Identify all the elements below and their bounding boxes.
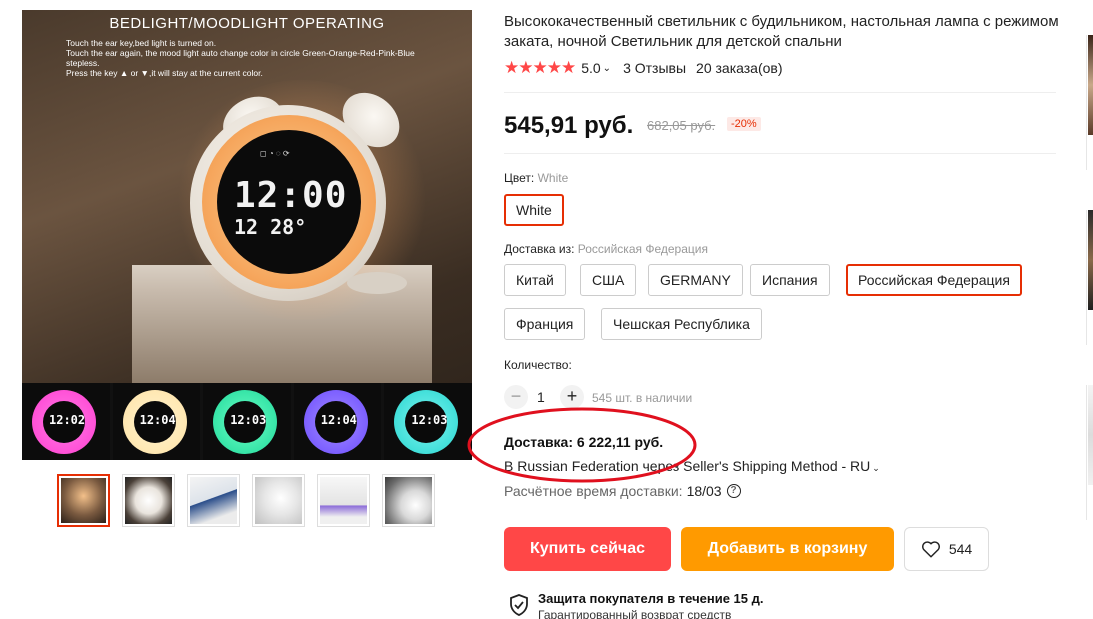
buy-now-button[interactable]: Купить сейчас — [504, 527, 671, 571]
buyer-protection-title: Защита покупателя в течение 15 д. — [538, 591, 764, 606]
divider — [504, 92, 1056, 93]
color-modes-strip: 12:02 12:04 12:03 12:04 12:03 — [22, 383, 472, 460]
shipping-cost: Доставка: 6 222,11 руб. — [504, 434, 664, 450]
chevron-down-icon[interactable]: ⌄ — [603, 63, 611, 74]
divider — [504, 153, 1056, 154]
ship-from-option-czech[interactable]: Чешская Республика — [601, 308, 762, 340]
ship-from-option-china[interactable]: Китай — [504, 264, 566, 296]
rating-row: ★★★★★ 5.0 ⌄ 3 Отзывы 20 заказа(ов) — [504, 58, 783, 78]
reviews-link[interactable]: 3 Отзывы — [623, 60, 686, 76]
color-option-white[interactable]: White — [504, 194, 564, 226]
heart-icon — [921, 541, 940, 558]
rating-value[interactable]: 5.0 — [581, 60, 600, 76]
wishlist-button[interactable]: 544 — [904, 527, 989, 571]
add-to-cart-button[interactable]: Добавить в корзину — [681, 527, 894, 571]
orders-count: 20 заказа(ов) — [696, 60, 783, 76]
main-product-image[interactable]: BEDLIGHT/MOODLIGHT OPERATING Touch the e… — [22, 10, 472, 460]
shipping-method-text: В Russian Federation через Seller's Ship… — [504, 458, 871, 474]
recommendation-card[interactable] — [1086, 385, 1093, 520]
ship-from-label-row: Доставка из: Российская Федерация — [504, 242, 708, 256]
ship-from-option-spain[interactable]: Испания — [750, 264, 830, 296]
image-banner-text: BEDLIGHT/MOODLIGHT OPERATING — [109, 15, 385, 32]
shipping-method-selector[interactable]: В Russian Federation через Seller's Ship… — [504, 458, 880, 474]
color-selected-value: White — [537, 171, 569, 185]
ship-from-option-france[interactable]: Франция — [504, 308, 586, 340]
quantity-decrease-button[interactable]: − — [504, 385, 528, 409]
delivery-estimate-date: 18/03 — [686, 483, 722, 499]
wishlist-count: 544 — [948, 541, 973, 557]
color-label-row: Цвет: White — [504, 171, 568, 185]
chevron-down-icon: ⌄ — [872, 463, 880, 473]
buyer-protection-subtitle: Гарантированный возврат средств — [538, 608, 732, 619]
color-mode-pink: 12:02 — [22, 383, 110, 460]
thumbnail-5[interactable] — [317, 474, 370, 527]
discount-badge: -20% — [727, 117, 761, 131]
display-time: 12:00 — [234, 175, 348, 216]
image-notes: Touch the ear key,bed light is turned on… — [66, 38, 415, 78]
display-date-temp: 12 28° — [234, 215, 307, 239]
stock-count: 545 шт. в наличии — [592, 391, 693, 405]
thumbnail-list — [57, 474, 435, 527]
color-mode-violet: 12:04 — [293, 383, 382, 460]
thumbnail-6[interactable] — [382, 474, 435, 527]
color-mode-cyan: 12:03 — [384, 383, 472, 460]
shield-check-icon — [510, 594, 528, 616]
color-mode-green: 12:03 — [203, 383, 291, 460]
thumbnail-4[interactable] — [252, 474, 305, 527]
ship-from-option-russia[interactable]: Российская Федерация — [846, 264, 1022, 296]
ship-from-label: Доставка из: — [504, 242, 575, 256]
thumbnail-1[interactable] — [57, 474, 110, 527]
delivery-estimate-label: Расчётное время доставки: — [504, 483, 683, 499]
clock-foot — [347, 272, 407, 294]
quantity-increase-button[interactable]: + — [560, 385, 584, 409]
rating-stars-icon: ★★★★★ — [504, 58, 576, 77]
ship-from-selected-value: Российская Федерация — [577, 242, 708, 256]
color-mode-warm: 12:04 — [112, 383, 201, 460]
recommendation-card[interactable] — [1086, 35, 1093, 170]
display-icons: ◻ ◔ ◌ ⟳ — [260, 149, 290, 158]
thumbnail-2[interactable] — [122, 474, 175, 527]
quantity-value[interactable]: 1 — [537, 389, 545, 405]
delivery-estimate: Расчётное время доставки: 18/03 ? — [504, 483, 741, 499]
recommendation-card[interactable] — [1086, 210, 1093, 345]
quantity-label: Количество: — [504, 358, 572, 372]
old-price: 682,05 руб. — [647, 118, 716, 133]
thumbnail-3[interactable] — [187, 474, 240, 527]
help-icon[interactable]: ? — [726, 484, 741, 498]
current-price: 545,91 руб. — [504, 112, 634, 139]
product-title: Высококачественный светильник с будильни… — [504, 13, 1059, 50]
ship-from-option-usa[interactable]: США — [580, 264, 637, 296]
ship-from-option-germany[interactable]: GERMANY — [648, 264, 743, 296]
color-label: Цвет: — [504, 171, 535, 185]
